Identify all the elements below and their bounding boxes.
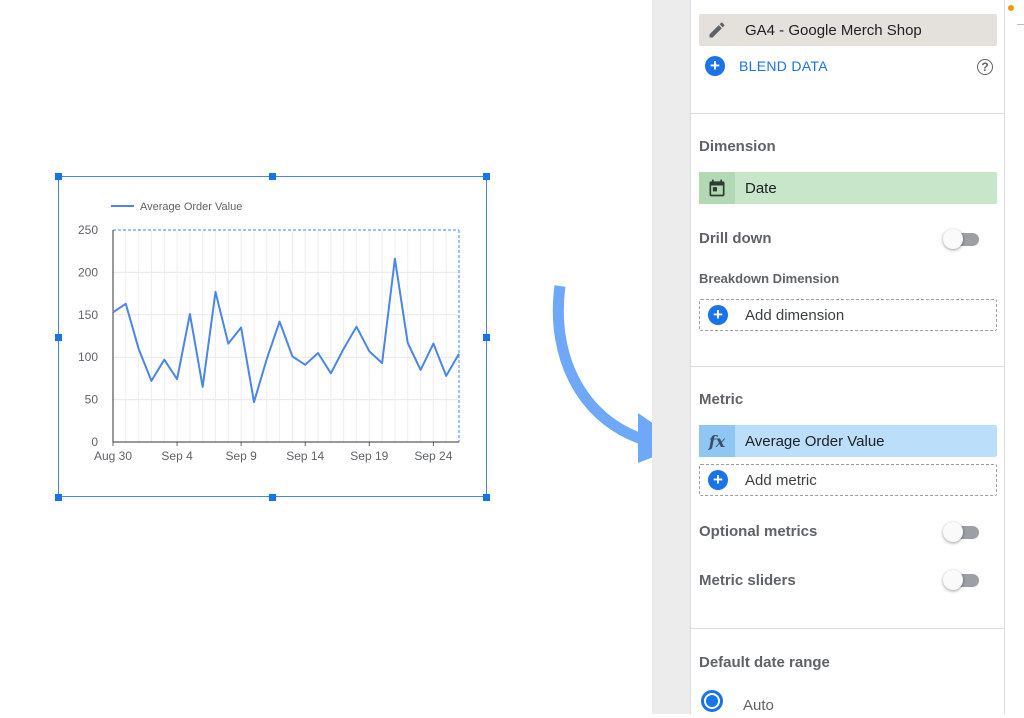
x-tick-label: Aug 30 bbox=[94, 449, 132, 463]
x-tick-label: Sep 24 bbox=[414, 449, 452, 463]
chart-legend: Average Order Value bbox=[111, 201, 242, 213]
add-dimension-label: Add dimension bbox=[745, 306, 845, 324]
add-circle-icon: + bbox=[708, 470, 728, 490]
add-metric-button[interactable]: + Add metric bbox=[699, 464, 997, 496]
metric-sliders-toggle[interactable] bbox=[943, 570, 979, 590]
y-tick-label: 100 bbox=[78, 350, 98, 364]
drill-down-label: Drill down bbox=[699, 230, 772, 247]
add-metric-label: Add metric bbox=[745, 471, 817, 489]
data-source-chip[interactable]: GA4 - Google Merch Shop bbox=[699, 14, 997, 46]
edge-line bbox=[1017, 24, 1024, 25]
series-line-average-order-value bbox=[112, 257, 460, 404]
section-divider bbox=[691, 628, 1004, 629]
chart-series bbox=[112, 257, 460, 404]
metric-chip-average-order-value[interactable]: fx Average Order Value bbox=[699, 425, 997, 457]
breakdown-dimension-title: Breakdown Dimension bbox=[699, 271, 840, 286]
legend-label: Average Order Value bbox=[140, 201, 242, 213]
adjacent-panel-edge bbox=[1005, 0, 1024, 714]
y-tick-label: 200 bbox=[78, 265, 98, 279]
fx-icon: fx bbox=[699, 425, 735, 457]
y-tick-label: 0 bbox=[91, 435, 98, 449]
dimension-section-title: Dimension bbox=[699, 138, 776, 155]
calendar-icon bbox=[699, 172, 735, 204]
optional-metrics-label: Optional metrics bbox=[699, 523, 818, 540]
chart-axes: 0 50 100 150 200 250 Aug 30 Sep 4 Sep 9 Sep 14 Sep… bbox=[78, 223, 460, 463]
y-tick-label: 150 bbox=[78, 308, 98, 322]
metric-sliders-label: Metric sliders bbox=[699, 572, 796, 589]
blend-data-button[interactable]: + BLEND DATA bbox=[705, 56, 828, 76]
x-tick-label: Sep 19 bbox=[350, 449, 388, 463]
metric-section-title: Metric bbox=[699, 391, 744, 408]
data-source-name: GA4 - Google Merch Shop bbox=[745, 21, 922, 39]
help-icon[interactable]: ? bbox=[977, 59, 993, 75]
add-circle-icon: + bbox=[705, 56, 725, 76]
drill-down-toggle[interactable] bbox=[943, 229, 979, 249]
metric-chip-label: Average Order Value bbox=[745, 432, 885, 450]
line-chart: 0 50 100 150 200 250 Aug 30 Sep 4 Sep 9 Sep 14 Sep… bbox=[78, 201, 460, 463]
panel-gutter bbox=[652, 0, 690, 714]
pencil-icon[interactable] bbox=[699, 14, 735, 46]
status-dot bbox=[1008, 5, 1014, 11]
x-tick-label: Sep 9 bbox=[225, 449, 257, 463]
dimension-chip-label: Date bbox=[745, 179, 777, 197]
auto-date-range-label: Auto bbox=[743, 697, 774, 714]
add-circle-icon: + bbox=[708, 305, 728, 325]
default-date-range-title: Default date range bbox=[699, 654, 830, 671]
x-tick-label: Sep 14 bbox=[286, 449, 324, 463]
blend-data-label: BLEND DATA bbox=[739, 58, 828, 74]
section-divider bbox=[691, 366, 1004, 367]
add-dimension-button[interactable]: + Add dimension bbox=[699, 299, 997, 331]
data-properties-panel: GA4 - Google Merch Shop + BLEND DATA ? D… bbox=[690, 0, 1005, 714]
y-tick-label: 50 bbox=[85, 393, 99, 407]
optional-metrics-toggle[interactable] bbox=[943, 522, 979, 542]
section-divider bbox=[691, 113, 1004, 114]
dimension-chip-date[interactable]: Date bbox=[699, 172, 997, 204]
y-tick-label: 250 bbox=[78, 223, 98, 237]
x-tick-label: Sep 4 bbox=[161, 449, 193, 463]
